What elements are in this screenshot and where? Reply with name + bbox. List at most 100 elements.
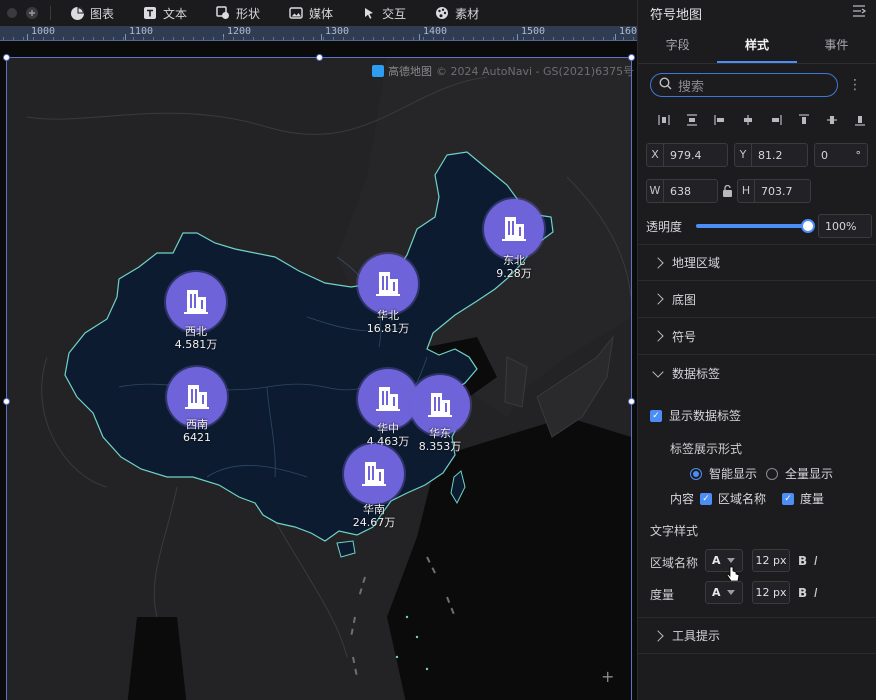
horizontal-ruler[interactable]: 1000 1100 1200 1300 1400 1500 1600 xyxy=(0,26,637,41)
font-color-glyph: A xyxy=(712,554,721,567)
section-tooltip[interactable]: 工具提示 xyxy=(638,617,876,654)
section-geo-region[interactable]: 地理区域 xyxy=(638,244,876,281)
distribute-horizontal-icon[interactable] xyxy=(650,113,678,127)
collapse-panel-icon[interactable] xyxy=(852,5,867,21)
align-middle-icon[interactable] xyxy=(818,113,846,127)
section-base-map[interactable]: 底图 xyxy=(638,281,876,318)
show-data-label-text: 显示数据标签 xyxy=(669,409,742,423)
region-name: 华东 xyxy=(429,427,451,440)
ruler-major-tick xyxy=(517,34,518,40)
y-value: 81.2 xyxy=(758,148,783,162)
resize-handle-middle-right[interactable] xyxy=(628,398,635,405)
y-field[interactable]: Y 81.2 xyxy=(734,143,808,167)
width-field[interactable]: W 638 xyxy=(646,179,718,203)
w-value: 638 xyxy=(670,184,691,198)
measure-font-size-input[interactable]: 12 px xyxy=(752,581,790,604)
toolbar-text-button[interactable]: 文本 xyxy=(128,0,201,26)
measure-font-color-select[interactable]: A xyxy=(705,581,743,604)
show-data-label-row[interactable]: ✓ 显示数据标签 xyxy=(650,407,741,424)
toolbar-assets-button[interactable]: 素材 xyxy=(420,0,493,26)
region-name-option: 区域名称 xyxy=(718,492,767,506)
x-field[interactable]: X 979.4 xyxy=(646,143,728,167)
resize-handle-top-left[interactable] xyxy=(3,54,10,61)
align-right-icon[interactable] xyxy=(762,113,790,127)
align-center-horizontal-icon[interactable] xyxy=(734,113,762,127)
resize-handle-middle-left[interactable] xyxy=(3,398,10,405)
tab-events[interactable]: 事件 xyxy=(797,28,876,63)
resize-handle-top-center[interactable] xyxy=(316,54,323,61)
tab-fields[interactable]: 字段 xyxy=(638,28,717,63)
region-pin-huanan[interactable] xyxy=(344,444,404,504)
search-input[interactable]: 搜索 xyxy=(650,73,838,97)
region-pin-huabei[interactable] xyxy=(358,254,418,314)
panel-tabs: 字段 样式 事件 xyxy=(638,28,876,64)
search-icon xyxy=(659,76,672,94)
align-bottom-icon[interactable] xyxy=(846,113,874,127)
align-top-icon[interactable] xyxy=(790,113,818,127)
toolbar-shape-label: 形状 xyxy=(236,6,261,21)
ruler-major-tick xyxy=(125,34,126,40)
full-display-radio[interactable] xyxy=(766,467,779,480)
symbol-map-chart[interactable] xyxy=(7,57,632,700)
x-label: X xyxy=(647,144,664,166)
x-value: 979.4 xyxy=(670,148,702,162)
region-name-font-size-input[interactable]: 12 px xyxy=(752,549,790,572)
ruler-label: 1200 xyxy=(227,26,252,37)
resize-handle-top-right[interactable] xyxy=(628,54,635,61)
height-field[interactable]: H 703.7 xyxy=(737,179,811,203)
text-icon xyxy=(142,5,158,21)
building-icon xyxy=(359,458,389,491)
measure-bold-button[interactable]: B xyxy=(798,586,807,600)
measure-italic-button[interactable]: I xyxy=(814,586,818,600)
chevron-right-icon xyxy=(652,330,664,342)
measure-checkbox[interactable]: ✓ xyxy=(782,492,795,505)
section-symbol[interactable]: 符号 xyxy=(638,318,876,355)
region-value: 9.28万 xyxy=(496,267,532,280)
toolbar-interact-button[interactable]: 交互 xyxy=(347,0,420,26)
section-data-label[interactable]: 数据标签 xyxy=(638,355,876,392)
canvas-area[interactable]: 高德地图 © 2024 AutoNavi - GS(2021)6375号 东北 9… xyxy=(0,41,637,700)
chevron-right-icon xyxy=(652,629,664,642)
lock-ratio-icon[interactable] xyxy=(722,179,733,203)
region-pin-huadong[interactable] xyxy=(410,375,470,435)
region-name-style-label: 区域名称 xyxy=(650,556,699,570)
measure-style-label: 度量 xyxy=(650,588,675,602)
show-data-label-checkbox[interactable]: ✓ xyxy=(650,409,662,422)
region-pin-xibei[interactable] xyxy=(166,272,226,332)
region-name-italic-button[interactable]: I xyxy=(814,554,818,568)
region-pin-huazhong[interactable] xyxy=(358,369,418,429)
add-icon[interactable] xyxy=(24,5,40,21)
toolbar-shape-button[interactable]: 形状 xyxy=(201,0,274,26)
building-icon xyxy=(373,268,403,301)
region-value: 16.81万 xyxy=(366,322,410,335)
more-options-icon[interactable]: ⋮ xyxy=(848,77,862,93)
search-placeholder: 搜索 xyxy=(678,79,705,95)
toolbar-media-button[interactable]: 媒体 xyxy=(274,0,347,26)
region-pin-dongbei[interactable] xyxy=(484,199,544,259)
align-left-icon[interactable] xyxy=(706,113,734,127)
smart-display-radio[interactable] xyxy=(690,467,702,480)
palette-icon xyxy=(434,5,450,21)
opacity-slider[interactable] xyxy=(696,219,816,233)
region-name: 华北 xyxy=(377,309,399,322)
measure-option: 度量 xyxy=(800,492,825,506)
y-label: Y xyxy=(735,144,752,166)
zoom-in-icon[interactable]: + xyxy=(601,667,614,686)
opacity-field[interactable]: 100% xyxy=(818,214,873,238)
ruler-label: 1300 xyxy=(325,26,350,37)
section-label: 工具提示 xyxy=(672,629,721,643)
toolbar-chart-button[interactable]: 图表 xyxy=(55,0,128,26)
full-display-label: 全量显示 xyxy=(785,467,834,481)
tab-style[interactable]: 样式 xyxy=(717,28,797,63)
distribute-vertical-icon[interactable] xyxy=(678,113,706,127)
circle-icon[interactable] xyxy=(4,5,20,21)
opacity-value: 100% xyxy=(825,219,857,233)
base-map xyxy=(7,57,632,700)
region-name-checkbox[interactable]: ✓ xyxy=(700,492,713,505)
region-name-bold-button[interactable]: B xyxy=(798,554,807,568)
text-style-title: 文字样式 xyxy=(650,524,699,538)
opacity-slider-knob[interactable] xyxy=(801,219,816,233)
toolbar-assets-label: 素材 xyxy=(455,6,480,21)
top-toolbar: 图表 文本 形状 媒体 交互 素材 xyxy=(0,0,637,26)
rotation-field[interactable]: 0 ° xyxy=(814,143,868,167)
